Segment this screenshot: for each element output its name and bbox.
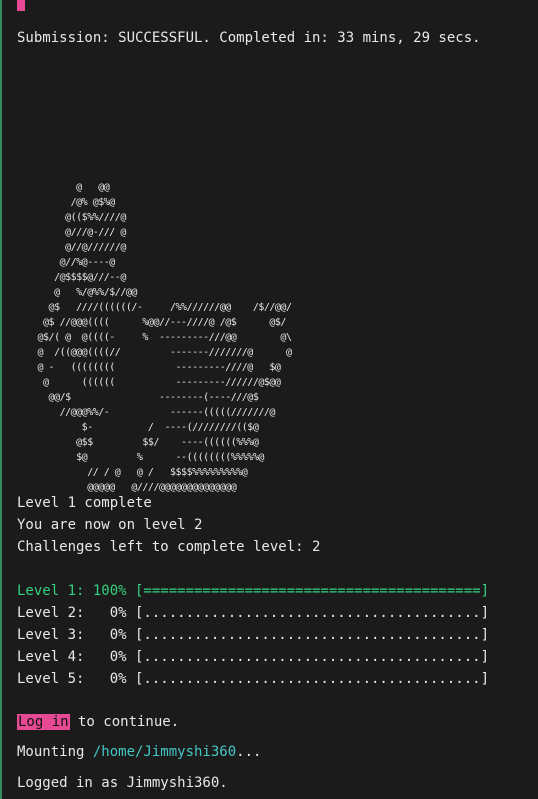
login-suffix: to continue. <box>69 714 180 730</box>
ascii-art-logo: @ @@ /@% @$%@ @(($%%////@ @///@-/// @ @/… <box>37 182 292 493</box>
level-progress-row: Level 3: 0% [...........................… <box>17 627 490 643</box>
submission-status: Submission: SUCCESSFUL. Completed in: 33… <box>17 30 481 46</box>
level-progress-row: Level 1: 100% [=========================… <box>17 583 490 599</box>
terminal-window: ´ ´ ´ ´ ´ ´ ´ ´ ´ ´ ´ ´ Submission: SUCC… <box>0 0 536 799</box>
level-progress-row: Level 4: 0% [...........................… <box>17 649 490 665</box>
mounting-prefix: Mounting <box>17 744 93 760</box>
challenges-left-message: Challenges left to complete level: 2 <box>17 539 321 555</box>
mounting-message: Mounting /home/Jimmyshi360... <box>17 743 261 761</box>
logged-in-message: Logged in as Jimmyshi360. <box>17 775 228 791</box>
level-complete-message: Level 1 complete <box>17 495 152 511</box>
mounting-suffix: ... <box>236 744 262 760</box>
previous-output-strip: ´ ´ ´ ´ ´ ´ ´ ´ ´ ´ ´ ´ <box>16 0 155 6</box>
login-button[interactable]: Log in <box>17 714 70 730</box>
current-level-message: You are now on level 2 <box>17 517 203 533</box>
terminal-cursor <box>17 0 25 11</box>
level-progress-row: Level 2: 0% [...........................… <box>17 605 490 621</box>
mount-path-link[interactable]: /home/Jimmyshi360 <box>93 744 236 760</box>
login-prompt: Log in to continue. <box>17 713 179 731</box>
level-progress-row: Level 5: 0% [...........................… <box>17 671 490 687</box>
